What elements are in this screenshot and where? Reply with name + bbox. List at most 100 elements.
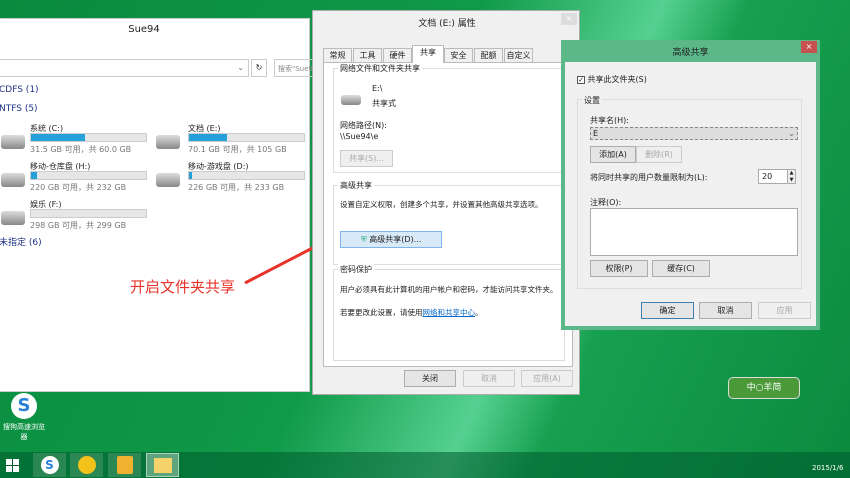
usage-fill xyxy=(189,134,227,141)
drive-info: 31.5 GB 可用，共 60.0 GB xyxy=(30,145,132,154)
tag-icon xyxy=(116,456,133,474)
watermark-badge: 中○羊简 xyxy=(728,377,800,399)
close-icon[interactable]: × xyxy=(801,41,817,53)
taskbar-file-explorer[interactable] xyxy=(146,453,179,477)
remove-button[interactable]: 删除(R) xyxy=(636,146,682,163)
group-label: 设置 xyxy=(582,95,602,106)
text: 若要更改此设置，请使用 xyxy=(340,308,423,317)
usage-bar xyxy=(188,171,305,180)
tab-quota[interactable]: 配额 xyxy=(474,48,503,62)
tab-panel: 网络文件和文件夹共享 E:\ 共享式 网络路径(N): \\Sue94\e 共享… xyxy=(323,62,573,367)
drive-icon xyxy=(341,95,361,105)
settings-group: 设置 共享名(H): E ⌄ 添加(A) 删除(R) 将同时共享的用户数量限制为(… xyxy=(577,95,802,289)
advanced-desc: 设置自定义权限，创建多个共享，并设置其他高级共享选项。 xyxy=(340,200,543,209)
share-name-label: 共享名(H): xyxy=(590,116,629,125)
usage-bar xyxy=(188,133,305,142)
properties-dialog: 文档 (E:) 属性 × 常规 工具 硬件 共享 安全 配额 自定义 网络文件和… xyxy=(312,10,580,395)
group-ntfs[interactable]: NTFS (5) xyxy=(0,104,38,114)
drive-icon xyxy=(156,173,180,187)
group-unspecified[interactable]: 未指定 (6) xyxy=(0,235,42,248)
usage-fill xyxy=(189,172,193,179)
path-name: E:\ xyxy=(372,84,383,93)
clock-date[interactable]: 2015/1/6 xyxy=(812,464,843,472)
usage-bar xyxy=(30,133,147,142)
refresh-button[interactable]: ↻ xyxy=(251,59,267,77)
drive-icon xyxy=(1,211,25,225)
group-label: 高级共享 xyxy=(338,180,374,191)
button-label: 高级共享(D)... xyxy=(369,235,422,244)
sogou-icon: S xyxy=(40,456,59,474)
tab-tools[interactable]: 工具 xyxy=(353,48,382,62)
tab-custom[interactable]: 自定义 xyxy=(504,48,533,62)
app-icon xyxy=(77,456,96,474)
group-label: 网络文件和文件夹共享 xyxy=(338,63,422,74)
share-name-value: E xyxy=(593,129,599,138)
taskbar-sogou-browser[interactable]: S xyxy=(33,453,66,477)
network-center-link[interactable]: 网络和共享中心 xyxy=(423,308,476,317)
chevron-down-icon: ⌄ xyxy=(237,63,244,72)
network-path-label: 网络路径(N): xyxy=(340,121,387,130)
close-icon[interactable]: × xyxy=(561,13,577,25)
drive-info: 220 GB 可用，共 232 GB xyxy=(30,183,127,192)
icon-label: 搜狗高速浏览器 xyxy=(3,423,45,441)
taskbar: S 2015/1/6 xyxy=(0,452,850,478)
drive-info: 226 GB 可用，共 233 GB xyxy=(188,183,285,192)
text: 。 xyxy=(475,308,483,317)
network-sharing-group: 网络文件和文件夹共享 E:\ 共享式 网络路径(N): \\Sue94\e 共享… xyxy=(333,63,565,173)
advanced-sharing-button[interactable]: ⛨ 高级共享(D)... xyxy=(340,231,442,248)
address-bar[interactable]: ⌄ xyxy=(0,59,249,77)
close-button[interactable]: 关闭 xyxy=(404,370,456,387)
share-button[interactable]: 共享(S)... xyxy=(340,150,393,167)
tab-sharing[interactable]: 共享 xyxy=(412,45,444,63)
add-button[interactable]: 添加(A) xyxy=(590,146,636,163)
properties-title: 文档 (E:) 属性 xyxy=(418,19,476,29)
apply-button[interactable]: 应用(A) xyxy=(521,370,573,387)
checkbox-icon: ✓ xyxy=(577,76,585,84)
usage-fill xyxy=(31,134,86,141)
password-group: 密码保护 用户必须具有此计算机的用户帐户和密码，才能访问共享文件夹。 若要更改此… xyxy=(333,264,565,361)
tab-security[interactable]: 安全 xyxy=(444,48,473,62)
password-change: 若要更改此设置，请使用网络和共享中心。 xyxy=(340,307,483,318)
group-label: 密码保护 xyxy=(338,264,374,275)
permissions-button[interactable]: 权限(P) xyxy=(590,260,648,277)
user-limit-label: 将同时共享的用户数量限制为(L): xyxy=(590,173,708,182)
annotation-text: 开启文件夹共享 xyxy=(130,278,236,296)
cancel-button[interactable]: 取消 xyxy=(699,302,752,319)
tab-general[interactable]: 常规 xyxy=(323,48,352,62)
drive-icon xyxy=(1,173,25,187)
share-name-select[interactable]: E ⌄ xyxy=(590,127,798,140)
group-cdfs[interactable]: CDFS (1) xyxy=(0,85,39,95)
explorer-window: Sue94 ⌄ ↻ 搜索"Sue94" CDFS (1) NTFS (5) 未指… xyxy=(0,18,314,392)
advanced-sharing-dialog: 高级共享 × ✓ 共享此文件夹(S) 设置 共享名(H): E ⌄ 添加(A) 删… xyxy=(561,40,820,330)
comment-input[interactable] xyxy=(590,208,798,256)
drive-info: 298 GB 可用，共 299 GB xyxy=(30,221,127,230)
apply-button[interactable]: 应用 xyxy=(758,302,811,319)
cache-button[interactable]: 缓存(C) xyxy=(652,260,710,277)
ok-button[interactable]: 确定 xyxy=(641,302,694,319)
usage-fill xyxy=(31,172,37,179)
spinner-arrows[interactable]: ▲ ▼ xyxy=(787,169,796,184)
taskbar-app-tag[interactable] xyxy=(108,453,141,477)
cancel-button[interactable]: 取消 xyxy=(463,370,515,387)
tab-hardware[interactable]: 硬件 xyxy=(383,48,412,62)
checkbox-label: 共享此文件夹(S) xyxy=(587,75,647,84)
dialog-title: 高级共享 xyxy=(672,48,709,58)
share-folder-checkbox[interactable]: ✓ 共享此文件夹(S) xyxy=(577,74,647,85)
desktop-icon-sogou-browser[interactable]: S 搜狗高速浏览器 xyxy=(2,393,46,442)
network-path: \\Sue94\e xyxy=(340,132,379,141)
usage-bar xyxy=(30,171,147,180)
user-limit-input[interactable]: 20 xyxy=(758,169,788,184)
chevron-down-icon: ⌄ xyxy=(788,129,795,138)
drive-info: 70.1 GB 可用，共 105 GB xyxy=(188,145,287,154)
share-state: 共享式 xyxy=(372,99,396,108)
usage-bar xyxy=(30,209,147,218)
drive-icon xyxy=(156,135,180,149)
drive-icon xyxy=(1,135,25,149)
advanced-sharing-group: 高级共享 设置自定义权限，创建多个共享，并设置其他高级共享选项。 ⛨ 高级共享(… xyxy=(333,180,565,265)
folder-icon xyxy=(153,458,172,473)
search-input[interactable]: 搜索"Sue94" xyxy=(274,59,314,77)
password-desc: 用户必须具有此计算机的用户帐户和密码，才能访问共享文件夹。 xyxy=(340,285,558,294)
taskbar-app-green[interactable] xyxy=(70,453,103,477)
start-button[interactable] xyxy=(6,459,19,472)
explorer-title: Sue94 xyxy=(128,24,160,35)
